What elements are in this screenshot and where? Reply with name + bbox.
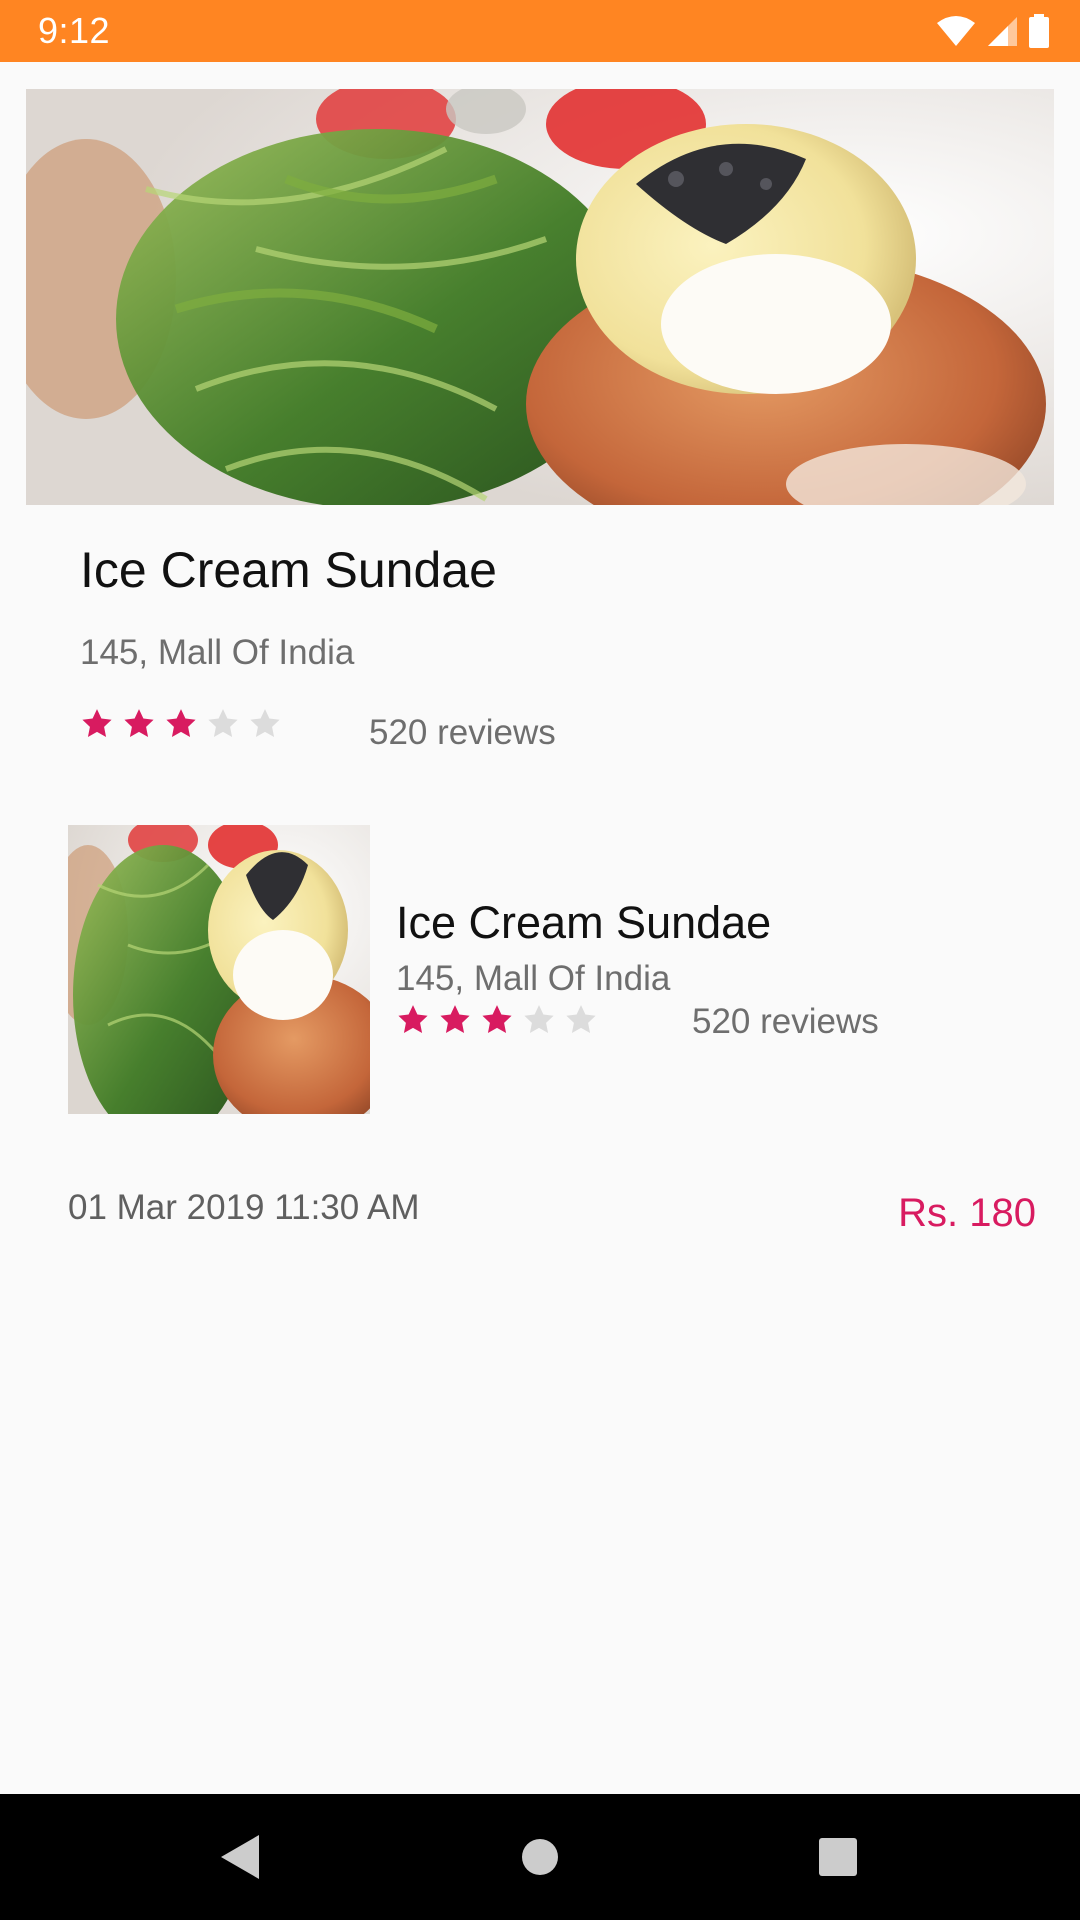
wifi-icon [936, 15, 976, 47]
review-count: 520 reviews [369, 713, 556, 752]
card-star-rating [396, 1003, 598, 1037]
card-review-count: 520 reviews [692, 1002, 879, 1041]
card-title: Ice Cream Sundae [396, 897, 772, 948]
card-food-image [68, 825, 370, 1114]
back-icon [221, 1835, 259, 1879]
battery-icon [1028, 14, 1050, 48]
star-filled-icon [166, 709, 196, 738]
star-empty-icon [566, 1005, 596, 1034]
order-date: 01 Mar 2019 11:30 AM [68, 1188, 420, 1227]
recents-button[interactable] [758, 1794, 918, 1920]
star-empty-icon [208, 709, 238, 738]
star-empty-icon [250, 709, 280, 738]
restaurant-title: Ice Cream Sundae [80, 542, 497, 598]
home-icon [522, 1839, 558, 1875]
star-empty-icon [524, 1005, 554, 1034]
cell-signal-icon [986, 15, 1018, 47]
status-icons [936, 14, 1050, 48]
restaurant-detail: Ice Cream Sundae 145, Mall Of India 520 … [0, 62, 1080, 1794]
home-button[interactable] [460, 1794, 620, 1920]
star-filled-icon [82, 709, 112, 738]
restaurant-address: 145, Mall Of India [80, 633, 355, 672]
back-button[interactable] [160, 1794, 320, 1920]
recents-icon [819, 1838, 857, 1876]
navigation-bar [0, 1794, 1080, 1920]
hero-star-rating [80, 707, 282, 741]
star-filled-icon [124, 709, 154, 738]
star-filled-icon [398, 1005, 428, 1034]
status-time: 9:12 [38, 10, 111, 51]
star-filled-icon [482, 1005, 512, 1034]
order-price: Rs. 180 [898, 1191, 1036, 1235]
card-address: 145, Mall Of India [396, 959, 671, 998]
status-bar: 9:12 [0, 0, 1080, 62]
order-card[interactable]: Ice Cream Sundae 145, Mall Of India 520 … [68, 825, 1048, 1125]
hero-food-image [26, 89, 1054, 505]
star-filled-icon [440, 1005, 470, 1034]
